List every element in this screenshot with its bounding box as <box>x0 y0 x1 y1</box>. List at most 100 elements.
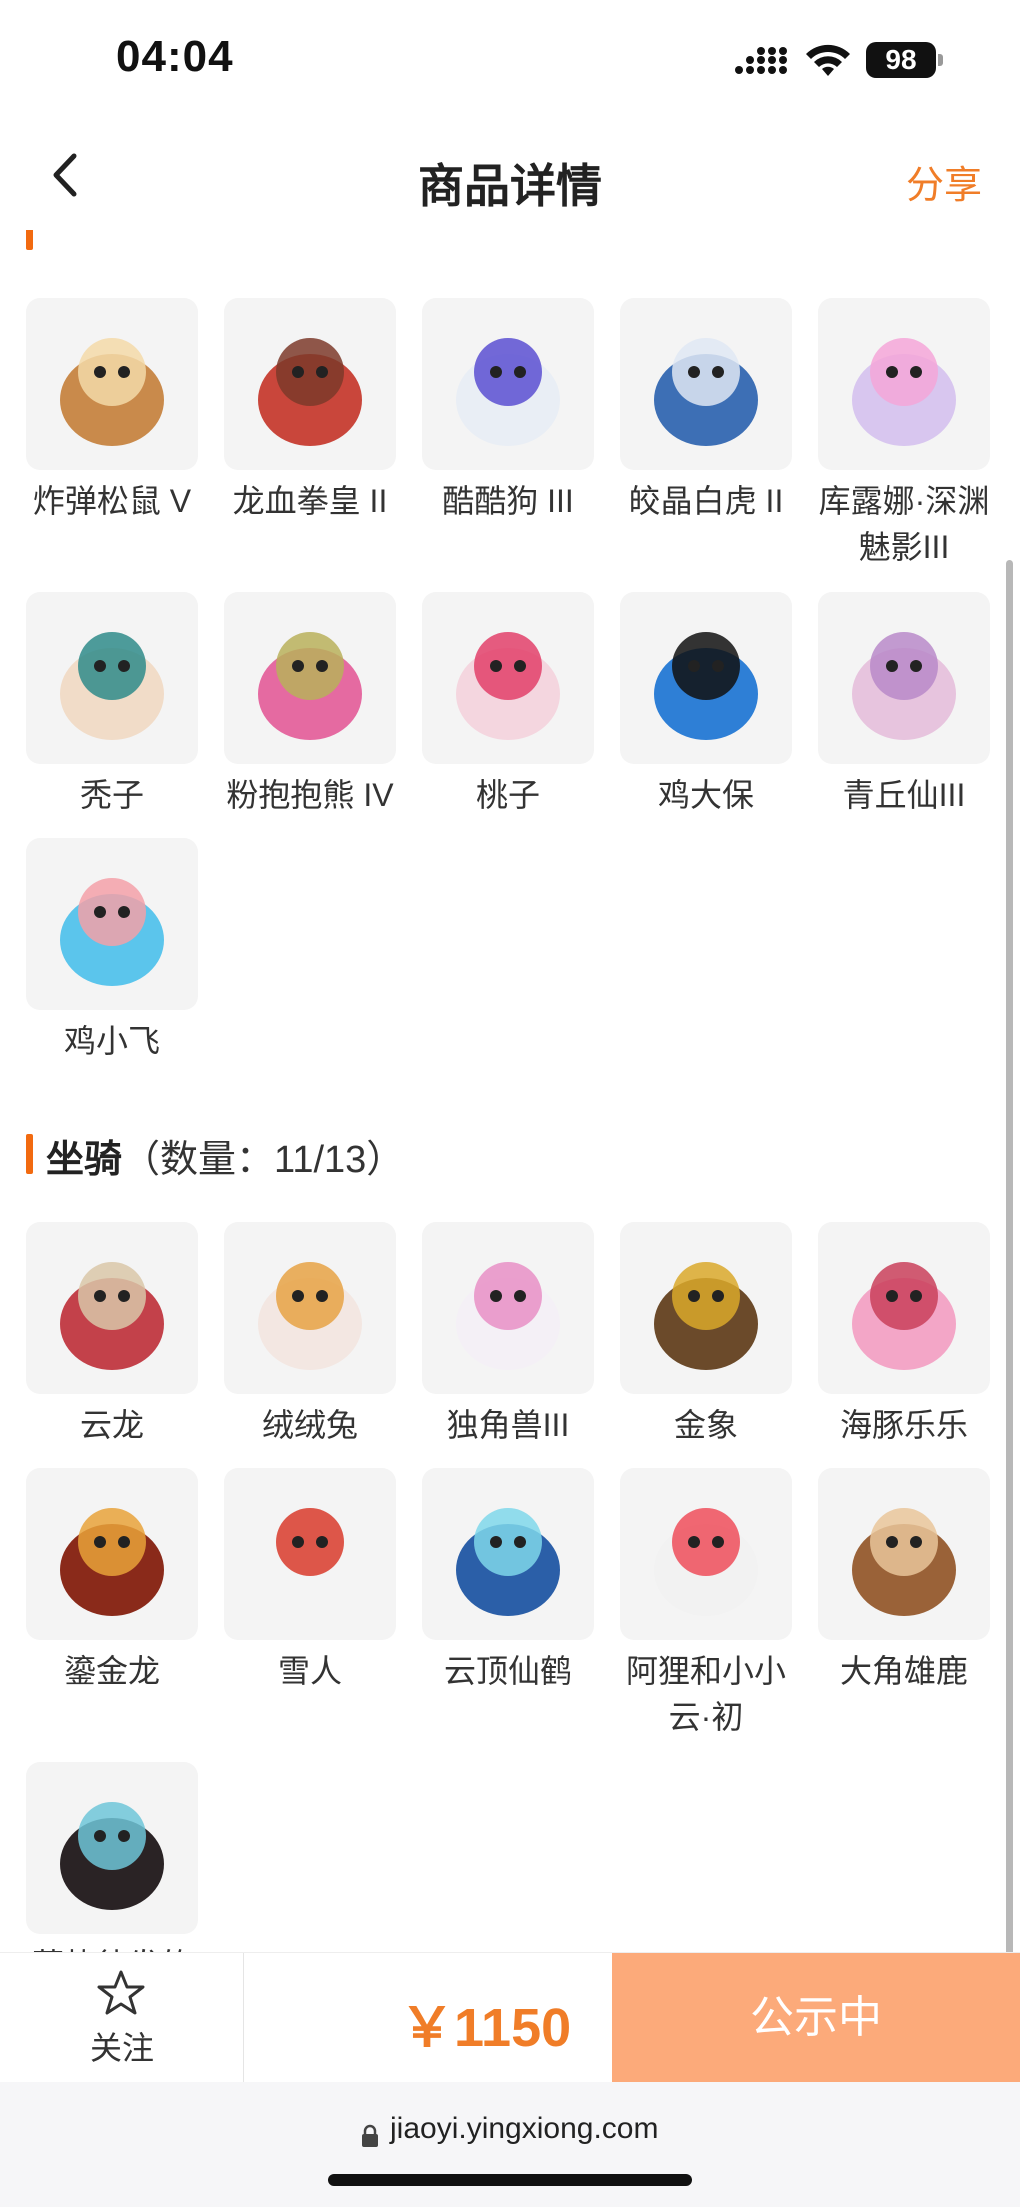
section-accent-bar <box>26 1134 33 1174</box>
peach-bunny-icon <box>456 632 560 740</box>
item-name: 海豚乐乐 <box>839 1407 968 1443</box>
kuluna-icon <box>852 338 956 446</box>
cellular-signal-icon <box>735 47 787 74</box>
item-name: 云龙 <box>79 1407 144 1443</box>
grid-item[interactable]: 蓄势待发的 <box>26 1762 198 1955</box>
grid-item[interactable]: 酷酷狗 III <box>422 298 594 524</box>
bald-kid-icon <box>60 632 164 740</box>
cloud-dragon-icon <box>60 1262 164 1370</box>
item-name: 鎏金龙 <box>63 1653 160 1689</box>
battery-icon: 98 <box>866 42 936 78</box>
item-thumbnail <box>26 1762 198 1934</box>
item-thumbnail <box>422 1222 594 1394</box>
lock-icon <box>362 2124 378 2147</box>
grid-item[interactable]: 鎏金龙 <box>26 1468 198 1694</box>
grid-item[interactable]: 绒绒兔 <box>224 1222 396 1448</box>
battery-tip <box>938 54 943 66</box>
grid-item[interactable]: 阿狸和小小云·初 <box>620 1468 792 1740</box>
pig-icon <box>60 1802 164 1910</box>
scrollbar[interactable] <box>1006 560 1013 1990</box>
item-name: 绒绒兔 <box>261 1407 358 1443</box>
item-thumbnail <box>620 592 792 764</box>
item-thumbnail <box>620 1468 792 1640</box>
item-name: 大角雄鹿 <box>839 1653 968 1689</box>
item-name: 粉抱抱熊 IV <box>226 777 394 813</box>
follow-button[interactable]: 关注 <box>0 1953 244 2083</box>
item-name: 桃子 <box>475 777 540 813</box>
grid-item[interactable]: 粉抱抱熊 IV <box>224 592 396 818</box>
grid-item[interactable]: 桃子 <box>422 592 594 818</box>
item-thumbnail <box>224 298 396 470</box>
grid-item[interactable]: 秃子 <box>26 592 198 818</box>
item-thumbnail <box>26 592 198 764</box>
share-button[interactable]: 分享 <box>906 154 982 209</box>
browser-url-bar[interactable]: jiaoyi.yingxiong.com <box>0 2082 1020 2207</box>
mounts-section-title: 坐骑（数量：11/13） <box>46 1128 404 1183</box>
item-name: 阿狸和小小云·初 <box>625 1653 786 1735</box>
price: ￥1150 <box>400 1998 572 2058</box>
item-name: 龙血拳皇 II <box>232 483 388 519</box>
grid-item[interactable]: 云龙 <box>26 1222 198 1448</box>
item-name: 青丘仙III <box>842 777 966 813</box>
fluffy-rabbit-icon <box>258 1262 362 1370</box>
item-name: 鸡小飞 <box>63 1023 160 1059</box>
white-tiger-icon <box>654 338 758 446</box>
grid-item[interactable]: 青丘仙III <box>818 592 990 818</box>
grid-item[interactable]: 海豚乐乐 <box>818 1222 990 1448</box>
item-thumbnail <box>422 1468 594 1640</box>
item-name: 秃子 <box>79 777 144 813</box>
item-thumbnail <box>26 298 198 470</box>
grid-item[interactable]: 皎晶白虎 II <box>620 298 792 524</box>
grid-item[interactable]: 库露娜·深渊魅影III <box>818 298 990 570</box>
grid-item[interactable]: 云顶仙鹤 <box>422 1468 594 1694</box>
gilded-dragon-icon <box>60 1508 164 1616</box>
item-thumbnail <box>818 1222 990 1394</box>
blue-bird-icon <box>60 878 164 986</box>
cool-dog-icon <box>456 338 560 446</box>
grid-item[interactable]: 金象 <box>620 1222 792 1448</box>
item-thumbnail <box>620 298 792 470</box>
snowman-icon <box>258 1508 362 1616</box>
url-text: jiaoyi.yingxiong.com <box>390 2112 659 2145</box>
grid-item[interactable]: 龙血拳皇 II <box>224 298 396 524</box>
item-thumbnail <box>818 1468 990 1640</box>
mounts-title: 坐骑 <box>46 1139 123 1181</box>
item-name: 金象 <box>673 1407 738 1443</box>
ali-cloud-icon <box>654 1508 758 1616</box>
unicorn-icon <box>456 1262 560 1370</box>
item-thumbnail <box>818 298 990 470</box>
item-name: 鸡大保 <box>657 777 754 813</box>
stag-icon <box>852 1508 956 1616</box>
item-name: 独角兽III <box>446 1407 570 1443</box>
item-thumbnail <box>26 1468 198 1640</box>
mounts-count: （数量：11/13） <box>122 1139 405 1181</box>
follow-label: 关注 <box>89 2030 154 2066</box>
section-accent-bar <box>26 230 33 250</box>
home-indicator[interactable] <box>328 2174 692 2186</box>
item-thumbnail <box>422 592 594 764</box>
item-name: 酷酷狗 III <box>442 483 574 519</box>
squirrel-icon <box>60 338 164 446</box>
bottom-action-bar: 关注 ￥1150 公示中 <box>0 1952 1020 2083</box>
grid-item[interactable]: 炸弹松鼠 V <box>26 298 198 524</box>
item-name: 库露娜·深渊魅影III <box>818 483 990 565</box>
grid-item[interactable]: 鸡小飞 <box>26 838 198 1064</box>
crane-icon <box>456 1508 560 1616</box>
grid-item[interactable]: 雪人 <box>224 1468 396 1694</box>
dragon-fighter-icon <box>258 338 362 446</box>
golden-elephant-icon <box>654 1262 758 1370</box>
fox-fairy-icon <box>852 632 956 740</box>
item-name: 云顶仙鹤 <box>443 1653 572 1689</box>
grid-item[interactable]: 鸡大保 <box>620 592 792 818</box>
blue-chicken-icon <box>654 632 758 740</box>
nav-header: 商品详情 分享 <box>0 120 1020 230</box>
public-notice-button[interactable]: 公示中 <box>612 1953 1020 2083</box>
product-detail-content[interactable]: 炸弹松鼠 V 龙血拳皇 II 酷酷狗 III 皎晶白虎 II 库露娜·深渊魅影III 秃子… <box>0 230 1020 1955</box>
dolphin-icon <box>852 1262 956 1370</box>
grid-item[interactable]: 独角兽III <box>422 1222 594 1448</box>
item-thumbnail <box>818 592 990 764</box>
grid-item[interactable]: 大角雄鹿 <box>818 1468 990 1694</box>
item-thumbnail <box>224 1468 396 1640</box>
star-icon <box>97 1970 145 2015</box>
item-name: 雪人 <box>277 1653 342 1689</box>
